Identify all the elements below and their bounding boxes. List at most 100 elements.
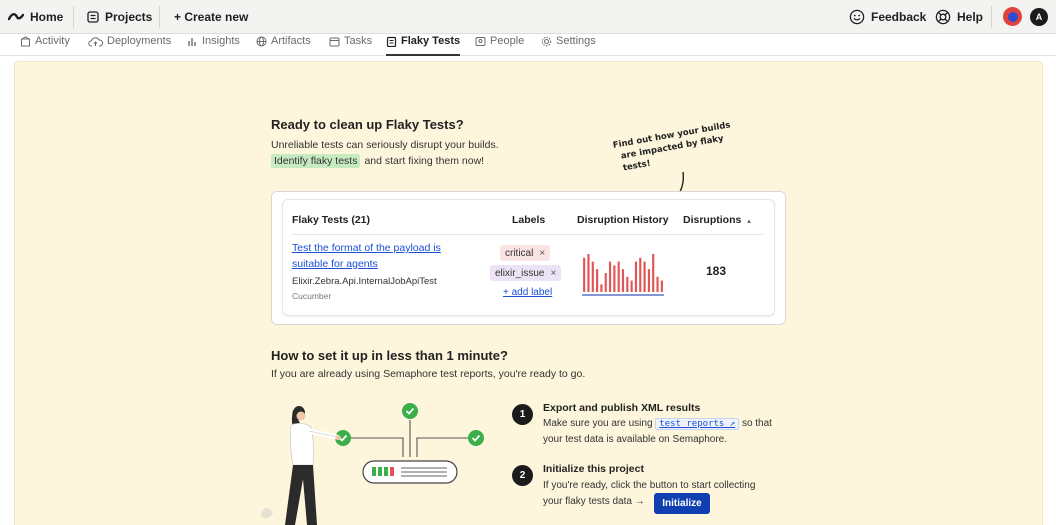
history-bar xyxy=(626,276,629,292)
setup-subtitle: If you are already using Semaphore test … xyxy=(271,368,586,380)
help-button[interactable]: Help xyxy=(935,0,983,34)
column-header-labels: Labels xyxy=(512,214,546,226)
create-new-button[interactable]: + Create new xyxy=(174,0,248,34)
test-suite: Elixir.Zebra.Api.InternalJobApiTest xyxy=(292,276,437,287)
divider xyxy=(991,6,992,28)
tab-insights[interactable]: Insights xyxy=(187,34,240,56)
person-illustration xyxy=(261,406,341,525)
step-1-title: Export and publish XML results xyxy=(543,402,701,414)
history-bar xyxy=(617,261,620,292)
history-bar xyxy=(608,261,612,292)
tab-label: Artifacts xyxy=(271,35,311,47)
tab-artifacts[interactable]: Artifacts xyxy=(256,34,311,56)
disruptions-count: 183 xyxy=(706,264,727,278)
intro-text: Unreliable tests can seriously disrupt y… xyxy=(271,139,499,151)
feedback-label: Feedback xyxy=(871,10,927,24)
remove-label-icon[interactable]: × xyxy=(539,248,545,259)
cloud-upload-icon xyxy=(88,37,103,47)
history-bar xyxy=(587,254,590,292)
label-text: elixir_issue xyxy=(495,267,545,279)
check-icon xyxy=(402,403,418,419)
calendar-icon xyxy=(329,37,340,47)
column-header-disruptions[interactable]: Disruptions ▴ xyxy=(683,214,751,226)
create-new-label: + Create new xyxy=(174,10,249,24)
person-card-icon xyxy=(475,37,486,46)
step-text-part: so that xyxy=(741,418,772,429)
building-icon xyxy=(20,36,31,47)
tab-label: Tasks xyxy=(344,35,373,47)
user-avatar[interactable]: A xyxy=(1030,8,1048,26)
column-header-label: Disruptions xyxy=(683,214,742,226)
org-avatar[interactable] xyxy=(1003,7,1022,26)
label-text: critical xyxy=(505,247,534,259)
step-number-1: 1 xyxy=(512,404,533,425)
semaphore-logo-icon xyxy=(8,13,24,21)
tab-label: Insights xyxy=(202,35,240,47)
history-bar xyxy=(652,254,655,292)
tab-people[interactable]: People xyxy=(475,34,524,56)
column-header-tests: Flaky Tests (21) xyxy=(292,214,371,226)
projects-label: Projects xyxy=(105,10,153,24)
check-icon xyxy=(468,430,484,446)
divider xyxy=(73,6,74,28)
step-text-part: your flaky tests data → xyxy=(543,496,645,507)
tab-label: People xyxy=(490,35,525,47)
test-name-link[interactable]: Test the format of the payload is suitab… xyxy=(292,240,457,272)
step-text-part: Make sure you are using xyxy=(543,418,653,429)
divider xyxy=(159,6,160,28)
history-bar xyxy=(630,280,633,292)
test-reports-link[interactable]: test_reports ↗ xyxy=(655,418,740,430)
history-bar xyxy=(634,261,638,292)
home-link[interactable]: Home xyxy=(8,0,63,34)
history-bar xyxy=(660,280,663,292)
setup-illustration xyxy=(261,403,484,525)
history-bar xyxy=(639,257,642,292)
intro-text-2: Identify flaky tests and start fixing th… xyxy=(271,154,484,168)
tab-label: Settings xyxy=(556,35,596,47)
tab-label: Flaky Tests xyxy=(401,35,461,47)
step-text-part: If you're ready, click the button to sta… xyxy=(543,480,756,491)
tab-deployments[interactable]: Deployments xyxy=(88,34,171,56)
bar-chart-icon xyxy=(188,38,196,46)
clipboard-icon xyxy=(386,36,397,47)
history-bar xyxy=(656,276,659,292)
help-label: Help xyxy=(957,10,984,24)
step-1-text: Make sure you are using test_reports ↗ s… xyxy=(543,416,772,448)
intro-text-rest: and start fixing them now! xyxy=(364,155,485,167)
label-chip-critical: critical × xyxy=(500,245,551,261)
initialize-button[interactable]: Initialize xyxy=(654,493,710,514)
history-bar xyxy=(613,265,616,292)
gear-icon xyxy=(541,36,552,47)
history-bar xyxy=(647,269,650,292)
history-bar xyxy=(643,261,646,292)
step-number-2: 2 xyxy=(512,465,533,486)
lifebuoy-icon xyxy=(935,9,951,25)
history-bar xyxy=(583,257,586,292)
tab-flaky-tests[interactable]: Flaky Tests xyxy=(386,34,461,56)
project-tabs: Activity Deployments Insights Artifacts … xyxy=(0,34,1056,56)
highlight-text: Identify flaky tests xyxy=(271,154,361,168)
disruption-history-chart xyxy=(582,254,664,296)
smiley-icon xyxy=(849,9,865,25)
label-chip-elixir-issue: elixir_issue × xyxy=(490,265,562,281)
test-runner: Cucumber xyxy=(292,291,332,301)
tab-activity[interactable]: Activity xyxy=(20,34,70,56)
projects-icon xyxy=(87,11,99,23)
add-label-link[interactable]: + add label xyxy=(503,287,552,298)
top-bar: Home Projects + Create new Feedback Help… xyxy=(0,0,1056,34)
column-header-history: Disruption History xyxy=(577,214,669,226)
step-2-text: If you're ready, click the button to sta… xyxy=(543,478,755,510)
globe-icon xyxy=(256,36,267,47)
remove-label-icon[interactable]: × xyxy=(550,268,556,279)
sort-icon: ▴ xyxy=(747,218,751,225)
history-bar xyxy=(604,273,607,292)
feedback-button[interactable]: Feedback xyxy=(849,0,926,34)
tab-settings[interactable]: Settings xyxy=(541,34,596,56)
tab-tasks[interactable]: Tasks xyxy=(329,34,372,56)
home-label: Home xyxy=(30,10,64,24)
projects-link[interactable]: Projects xyxy=(87,0,152,34)
tab-label: Deployments xyxy=(107,35,172,47)
step-text-part: your test data is available on Semaphore… xyxy=(543,434,727,445)
history-bar xyxy=(596,269,599,292)
page-title: Ready to clean up Flaky Tests? xyxy=(271,117,464,132)
